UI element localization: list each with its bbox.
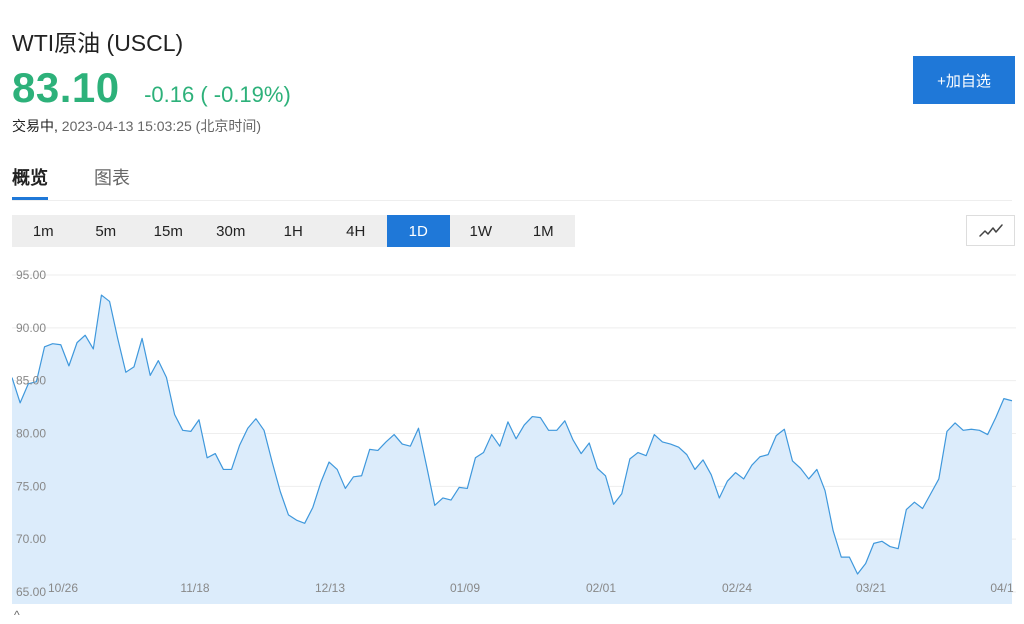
price-row: 83.10 -0.16 ( -0.19%) [12, 64, 291, 112]
add-to-watchlist-button[interactable]: +加自选 [913, 56, 1015, 104]
timeframe-selector: 1m 5m 15m 30m 1H 4H 1D 1W 1M [12, 215, 575, 247]
y-tick-label: 70.00 [16, 532, 46, 546]
chart-footer-glyph: ^ [14, 608, 20, 622]
price-chart-svg: 95.00 90.00 85.00 80.00 75.00 70.00 65.00 10/26… [12, 262, 1016, 606]
x-tick-label: 03/21 [856, 581, 886, 595]
y-tick-label: 85.00 [16, 374, 46, 388]
price-chart[interactable]: 95.00 90.00 85.00 80.00 75.00 70.00 65.00 10/26… [12, 262, 1016, 606]
x-tick-label: 12/13 [315, 581, 345, 595]
x-tick-label: 02/24 [722, 581, 752, 595]
current-price: 83.10 [12, 64, 120, 111]
timeframe-1d[interactable]: 1D [387, 215, 450, 247]
timeframe-30m[interactable]: 30m [200, 215, 263, 247]
timeframe-1m[interactable]: 1m [12, 215, 75, 247]
timeframe-1h[interactable]: 1H [262, 215, 325, 247]
x-tick-label: 01/09 [450, 581, 480, 595]
y-tick-label: 80.00 [16, 427, 46, 441]
x-tick-label: 11/18 [180, 581, 209, 595]
y-tick-label: 75.00 [16, 479, 46, 493]
tab-overview[interactable]: 概览 [12, 164, 48, 200]
x-tick-label: 04/1 [990, 581, 1014, 595]
trading-status-line: 交易中, 2023-04-13 15:03:25 (北京时间) [12, 116, 261, 136]
price-change: -0.16 ( -0.19%) [144, 82, 291, 107]
timeframe-1mo[interactable]: 1M [512, 215, 575, 247]
y-tick-label: 90.00 [16, 321, 46, 335]
quote-timestamp: 2023-04-13 15:03:25 (北京时间) [61, 118, 261, 134]
chart-type-toggle-button[interactable] [966, 215, 1015, 246]
timeframe-5m[interactable]: 5m [75, 215, 138, 247]
timeframe-15m[interactable]: 15m [137, 215, 200, 247]
y-tick-label: 95.00 [16, 268, 46, 282]
trading-status: 交易中, [12, 118, 58, 134]
content-tabs: 概览 图表 [12, 164, 176, 202]
x-tick-label: 10/26 [48, 581, 78, 595]
timeframe-4h[interactable]: 4H [325, 215, 388, 247]
x-tick-label: 02/01 [586, 581, 616, 595]
tab-chart[interactable]: 图表 [94, 164, 130, 200]
line-chart-icon [978, 223, 1003, 237]
instrument-title: WTI原油 (USCL) [12, 30, 184, 56]
y-tick-label: 65.00 [16, 585, 46, 599]
tabs-divider [12, 200, 1012, 201]
timeframe-1w[interactable]: 1W [450, 215, 513, 247]
